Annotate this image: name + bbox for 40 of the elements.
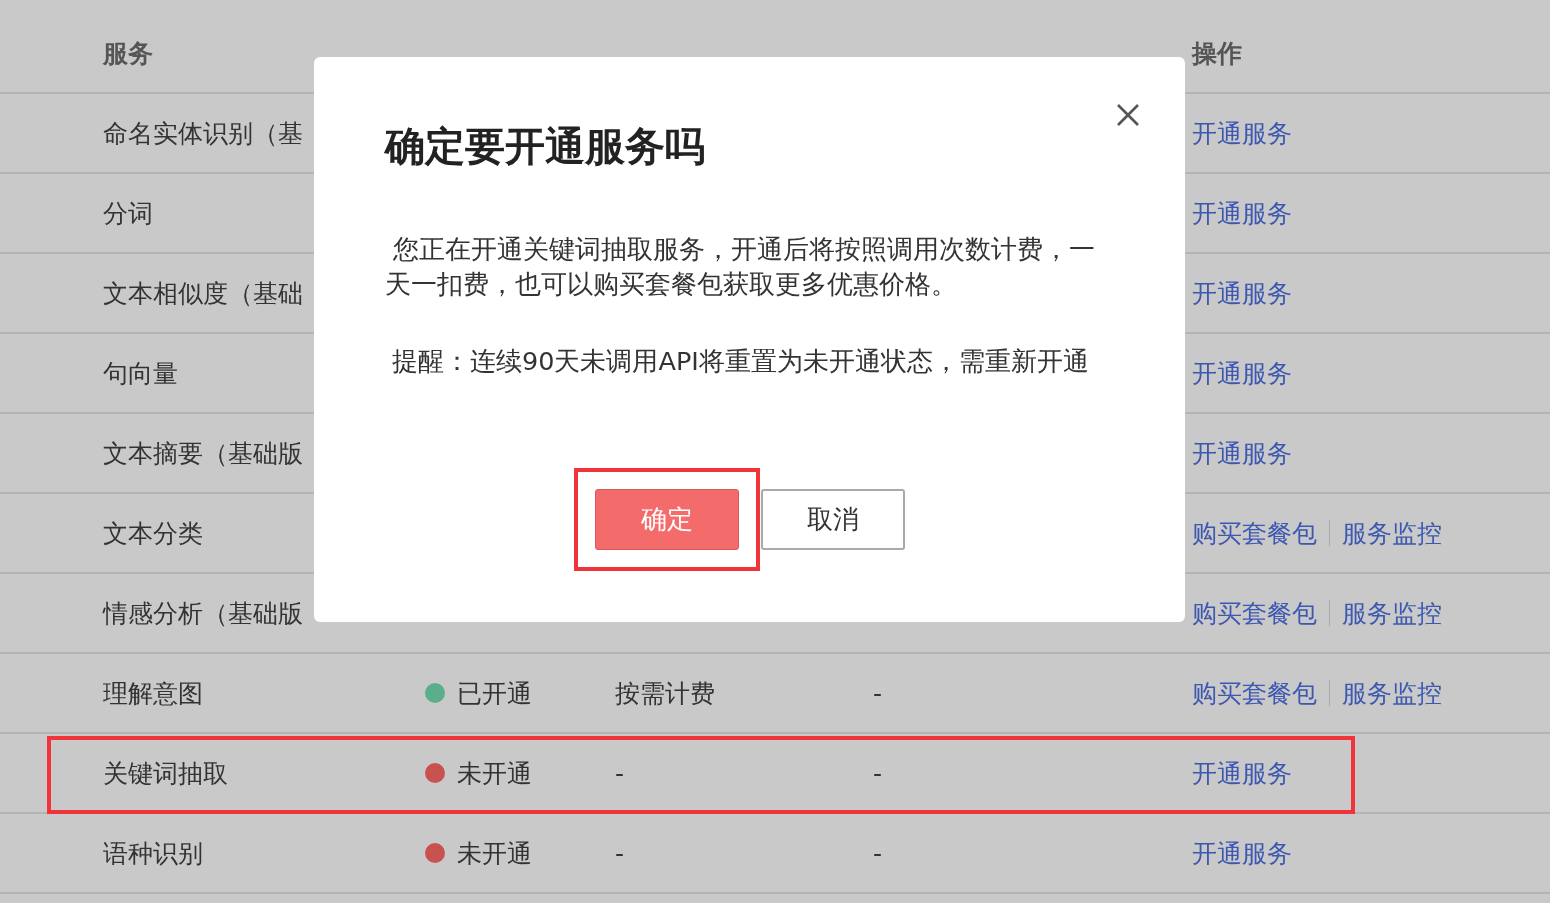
status-text: 未开通: [457, 837, 532, 870]
column-header: 服务: [103, 37, 153, 70]
action-link[interactable]: 开通服务: [1192, 436, 1292, 470]
service-name: 理解意图: [103, 677, 203, 710]
cancel-button[interactable]: 取消: [761, 489, 905, 550]
action-link[interactable]: 开通服务: [1192, 116, 1292, 150]
billing-text: 按需计费: [615, 677, 715, 710]
action-link[interactable]: 购买套餐包: [1192, 676, 1317, 710]
status-text: 已开通: [457, 677, 532, 710]
service-name: 文本相似度（基础: [103, 277, 303, 310]
service-name: 句向量: [103, 357, 178, 390]
dialog-message: 您正在开通关键词抽取服务，开通后将按照调用次数计费，一天一扣费，也可以购买套餐包获取更多优惠价格。: [385, 233, 1096, 301]
service-name: 情感分析（基础版: [103, 597, 303, 630]
service-name: 关键词抽取: [103, 757, 228, 790]
action-link[interactable]: 开通服务: [1192, 756, 1292, 790]
column-header: 操作: [1192, 37, 1242, 70]
billing-text: -: [615, 758, 625, 788]
action-link[interactable]: 购买套餐包: [1192, 596, 1317, 630]
table-cell: -: [873, 678, 883, 708]
action-link[interactable]: 开通服务: [1192, 276, 1292, 310]
confirm-button[interactable]: 确定: [595, 489, 739, 550]
table-cell: -: [873, 838, 883, 868]
action-link[interactable]: 购买套餐包: [1192, 516, 1317, 550]
reminder-text: 提醒：连续90天未调用API将重置为未开通状态，需重新开通: [392, 345, 1090, 378]
billing-text: -: [615, 838, 625, 868]
status-text: 未开通: [457, 757, 532, 790]
action-link[interactable]: 开通服务: [1192, 356, 1292, 390]
table-cell: -: [873, 758, 883, 788]
close-icon[interactable]: [1116, 103, 1140, 127]
action-link[interactable]: 开通服务: [1192, 836, 1292, 870]
service-name: 文本分类: [103, 517, 203, 550]
action-link[interactable]: 开通服务: [1192, 196, 1292, 230]
service-name: 分词: [103, 197, 153, 230]
service-name: 命名实体识别（基: [103, 117, 303, 150]
dialog-title: 确定要开通服务吗: [385, 124, 706, 168]
service-name: 语种识别: [103, 837, 203, 870]
action-link[interactable]: 服务监控: [1342, 516, 1442, 550]
service-name: 文本摘要（基础版: [103, 437, 303, 470]
action-link[interactable]: 服务监控: [1342, 676, 1442, 710]
action-link[interactable]: 服务监控: [1342, 596, 1442, 630]
